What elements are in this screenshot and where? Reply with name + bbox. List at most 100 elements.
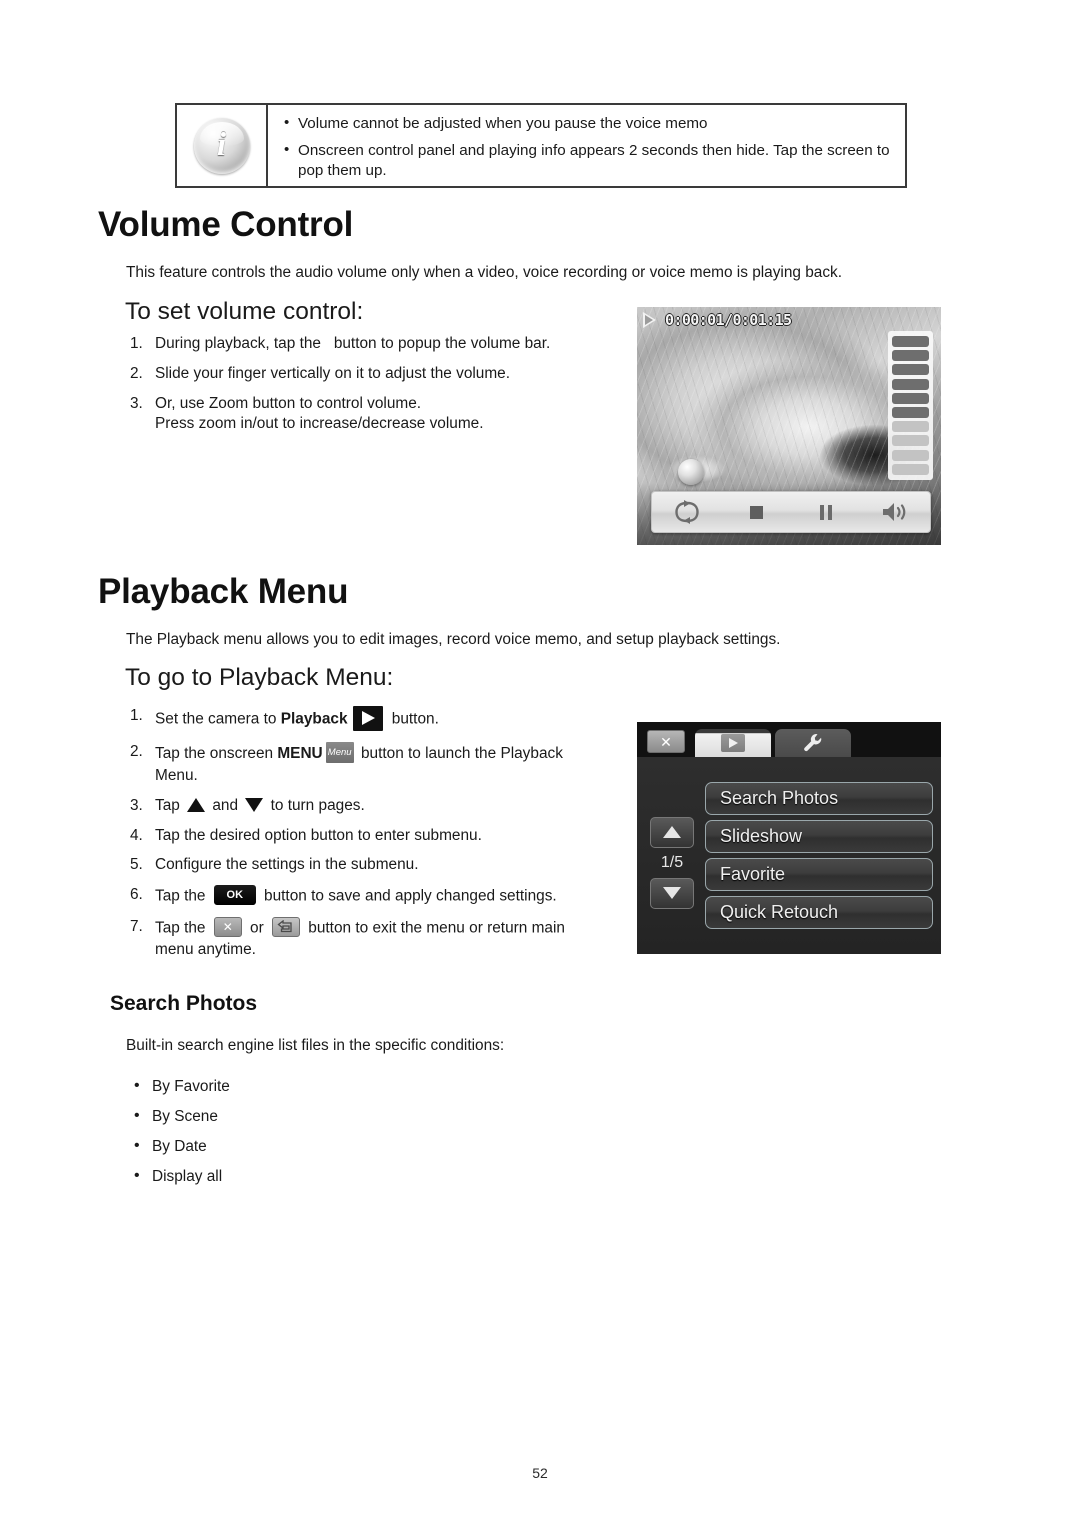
wrench-icon	[804, 734, 822, 752]
down-arrow-icon	[663, 887, 681, 899]
menu-page-nav: 1/5	[643, 765, 701, 946]
pm-step-6-number: 6.	[130, 886, 143, 904]
bullet-dot: •	[284, 141, 290, 159]
stop-button[interactable]	[722, 505, 792, 519]
note-text-cell: • Volume cannot be adjusted when you paus…	[268, 105, 905, 186]
play-icon	[643, 312, 656, 328]
step-1-text-before: During playback, tap the	[155, 335, 321, 352]
pm-step-3-number: 3.	[130, 796, 143, 814]
bullet-dot: •	[134, 1167, 140, 1184]
note-bullet-2: • Onscreen control panel and playing info…	[284, 141, 891, 181]
repeat-button[interactable]	[652, 500, 722, 524]
search-photos-intro: Built-in search engine list files in the…	[126, 1037, 505, 1054]
menu-item-slideshow[interactable]: Slideshow	[705, 820, 933, 853]
page-title-playback-menu: Playback Menu	[98, 572, 349, 611]
playback-menu-steps: 1. Set the camera to Playback button. 2. T…	[130, 706, 600, 970]
close-button-icon: ✕	[213, 917, 242, 938]
down-arrow-icon	[245, 797, 264, 812]
pm-step-7: 7. Tap the ✕ or button to exit the menu o…	[130, 917, 600, 961]
search-photos-options: • By Favorite • By Scene • By Date • Display…	[132, 1077, 552, 1198]
pm-step-5-number: 5.	[130, 856, 143, 874]
page-indicator: 1/5	[660, 853, 684, 871]
volume-segment[interactable]	[892, 421, 929, 433]
pm-step-6: 6. Tap the OK button to save and apply ch…	[130, 885, 600, 908]
list-item: • By Favorite	[132, 1077, 552, 1096]
pm-step-1-number: 1.	[130, 707, 143, 724]
menu-item-search-photos[interactable]: Search Photos	[705, 782, 933, 815]
volume-segment[interactable]	[892, 336, 929, 347]
pm-step-4: 4. Tap the desired option button to enter…	[130, 826, 600, 847]
menu-tab-bar: ✕	[637, 722, 941, 757]
pause-button[interactable]	[791, 504, 861, 520]
pm-step-3: 3. Tap and to turn pages.	[130, 796, 600, 817]
collar-bell	[678, 459, 704, 485]
menu-button-icon: Menu	[325, 742, 354, 763]
note-bullet-1: • Volume cannot be adjusted when you paus…	[284, 114, 891, 134]
volume-segment[interactable]	[892, 392, 929, 404]
step-1: 1. During playback, tap the button to pop…	[130, 334, 600, 355]
option-by-date: By Date	[152, 1138, 207, 1155]
list-item: • Display all	[132, 1167, 552, 1186]
note-icon-cell: i	[177, 105, 268, 186]
timecode-label: 0:00:01/0:01:15	[665, 311, 792, 329]
step-3-subtext: Press zoom in/out to increase/decrease v…	[155, 415, 484, 433]
playback-status-bar: 0:00:01/0:01:15	[643, 311, 792, 329]
stop-icon	[749, 505, 763, 519]
page-up-button[interactable]	[650, 816, 694, 848]
step-2-text: Slide your finger vertically on it to ad…	[155, 364, 511, 382]
return-button-icon	[272, 917, 301, 938]
close-icon[interactable]: ✕	[647, 730, 685, 753]
note-callout-box: i • Volume cannot be adjusted when you pa…	[175, 103, 907, 188]
step-1-number: 1.	[130, 335, 143, 352]
ok-button-icon: OK	[213, 885, 256, 906]
pm-step-5: 5. Configure the settings in the submenu.	[130, 855, 600, 876]
menu-item-quick-retouch[interactable]: Quick Retouch	[705, 896, 933, 929]
pm-step-6-a: Tap the	[155, 887, 210, 905]
volume-segment[interactable]	[892, 435, 929, 447]
volume-segment[interactable]	[892, 406, 929, 418]
pm-step-3-a: Tap	[155, 796, 185, 814]
note-bullet-1-text: Volume cannot be adjusted when you pause…	[298, 115, 708, 132]
step-3: 3. Or, use Zoom button to control volume.…	[130, 394, 600, 436]
pm-step-7-mid: or	[245, 919, 269, 937]
option-by-scene: By Scene	[152, 1108, 218, 1125]
menu-item-favorite[interactable]: Favorite	[705, 858, 933, 891]
volume-segment[interactable]	[892, 378, 929, 390]
option-by-favorite: By Favorite	[152, 1078, 230, 1095]
pm-step-4-a: Tap the desired option button to enter s…	[155, 826, 482, 844]
pm-step-7-number: 7.	[130, 918, 143, 936]
playback-menu-intro: The Playback menu allows you to edit ima…	[126, 631, 781, 648]
volume-control-intro: This feature controls the audio volume o…	[126, 264, 843, 281]
volume-segment[interactable]	[892, 463, 929, 475]
tab-playback[interactable]	[695, 729, 771, 757]
volume-slider[interactable]	[888, 331, 933, 480]
pm-step-3-mid: and	[208, 796, 243, 814]
onscreen-control-panel	[651, 491, 931, 533]
pm-step-1-c: button.	[387, 710, 439, 728]
step-2-number: 2.	[130, 364, 143, 382]
pause-icon	[820, 504, 832, 520]
step-3-text: Or, use Zoom button to control volume.	[155, 394, 422, 412]
page-down-button[interactable]	[650, 877, 694, 909]
tab-setup[interactable]	[775, 729, 851, 757]
list-item: • By Scene	[132, 1107, 552, 1126]
volume-segment[interactable]	[892, 449, 929, 461]
bullet-dot: •	[134, 1107, 140, 1124]
up-arrow-icon	[663, 826, 681, 838]
option-display-all: Display all	[152, 1168, 223, 1185]
play-button-icon	[352, 706, 383, 731]
volume-control-steps: 1. During playback, tap the button to pop…	[130, 334, 600, 444]
volume-segment[interactable]	[892, 350, 929, 362]
pm-step-2-a: Tap the onscreen	[155, 745, 278, 763]
pm-step-4-number: 4.	[130, 826, 143, 844]
playback-menu-subheading: To go to Playback Menu:	[125, 664, 394, 691]
volume-segment[interactable]	[892, 364, 929, 376]
pm-step-6-c: button to save and apply changed setting…	[259, 887, 557, 905]
pm-step-2: 2. Tap the onscreen MENU Menu button to la…	[130, 742, 600, 787]
volume-button[interactable]	[861, 500, 931, 524]
pm-step-5-a: Configure the settings in the submenu.	[155, 856, 419, 874]
playback-menu-screen: ✕ 1/5 Search Photos Slideshow Favorite Q…	[637, 722, 941, 954]
pm-step-2-number: 2.	[130, 743, 143, 760]
video-playback-screen: 0:00:01/0:01:15	[637, 307, 941, 545]
volume-control-subheading: To set volume control:	[125, 298, 364, 325]
